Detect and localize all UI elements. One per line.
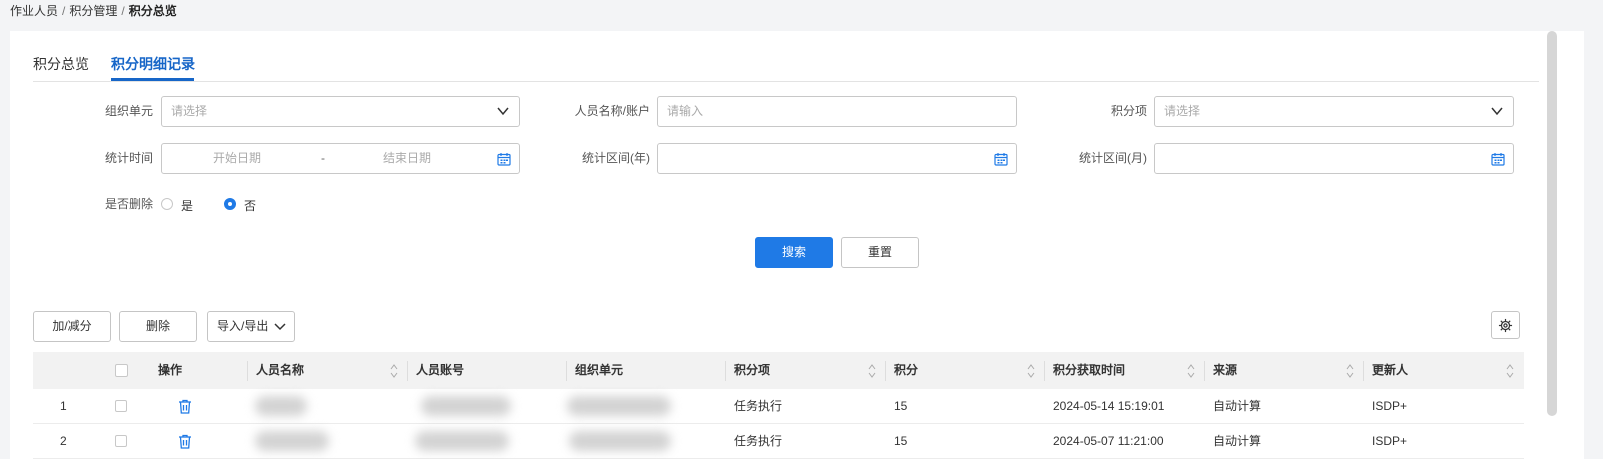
redacted-org-unit bbox=[569, 431, 671, 451]
deleted-label: 是否删除 bbox=[104, 197, 153, 211]
table-row[interactable]: 2 任务执行 15 2024-05-07 11:21:00 自动计算 ISDP+ bbox=[33, 424, 1524, 459]
stat-year-picker[interactable] bbox=[657, 143, 1017, 174]
redacted-person-account bbox=[415, 431, 509, 451]
stat-time-range[interactable]: 开始日期 - 结束日期 bbox=[161, 143, 520, 174]
header-score-item[interactable]: 积分项 bbox=[734, 352, 770, 389]
breadcrumb-separator: / bbox=[121, 4, 125, 18]
sort-icon[interactable] bbox=[868, 362, 876, 380]
trash-icon[interactable] bbox=[178, 434, 192, 449]
cell-source: 自动计算 bbox=[1213, 434, 1262, 448]
add-reduce-points-button[interactable]: 加/减分 bbox=[33, 311, 111, 342]
stat-time-label: 统计时间 bbox=[104, 151, 153, 165]
trash-icon[interactable] bbox=[178, 399, 192, 414]
chevron-down-icon bbox=[274, 323, 286, 331]
redacted-person-name bbox=[255, 396, 307, 416]
vertical-scrollbar[interactable] bbox=[1547, 31, 1557, 416]
score-item-placeholder: 请选择 bbox=[1164, 104, 1201, 118]
search-button[interactable]: 搜索 bbox=[755, 237, 833, 268]
person-input[interactable]: 请输入 bbox=[657, 96, 1017, 127]
tab-points-detail[interactable]: 积分明细记录 bbox=[111, 54, 195, 74]
row-index: 2 bbox=[60, 434, 67, 448]
sort-icon[interactable] bbox=[390, 362, 398, 380]
row-checkbox[interactable] bbox=[115, 435, 127, 447]
deleted-yes-label[interactable]: 是 bbox=[181, 197, 193, 214]
header-updater[interactable]: 更新人 bbox=[1372, 352, 1408, 389]
header-score[interactable]: 积分 bbox=[894, 352, 918, 389]
redacted-org-unit bbox=[567, 396, 671, 416]
main-card: 积分总览 积分明细记录 组织单元 请选择 人员名称/账户 请输入 积分项 请选择… bbox=[10, 31, 1584, 459]
header-action: 操作 bbox=[158, 363, 183, 377]
deleted-yes-radio[interactable] bbox=[161, 198, 173, 210]
stat-month-picker[interactable] bbox=[1154, 143, 1514, 174]
org-unit-placeholder: 请选择 bbox=[171, 104, 208, 118]
chevron-down-icon bbox=[497, 107, 509, 116]
score-item-label: 积分项 bbox=[1110, 104, 1147, 118]
breadcrumb: 作业人员 / 积分管理 / 积分总览 bbox=[10, 2, 177, 20]
cell-source: 自动计算 bbox=[1213, 399, 1262, 413]
breadcrumb-item-points-management[interactable]: 积分管理 bbox=[69, 4, 117, 18]
header-score-time[interactable]: 积分获取时间 bbox=[1053, 352, 1125, 389]
header-person-name[interactable]: 人员名称 bbox=[256, 352, 304, 389]
breadcrumb-item-points-overview: 积分总览 bbox=[128, 4, 177, 18]
cell-score: 15 bbox=[894, 399, 908, 413]
header-person-account: 人员账号 bbox=[416, 363, 465, 377]
cell-score-time: 2024-05-14 15:19:01 bbox=[1053, 399, 1165, 413]
person-placeholder: 请输入 bbox=[667, 104, 704, 118]
redacted-person-name bbox=[255, 431, 329, 451]
import-export-dropdown[interactable]: 导入/导出 bbox=[207, 311, 295, 342]
calendar-icon bbox=[1491, 153, 1505, 166]
stat-year-label: 统计区间(年) bbox=[582, 151, 650, 165]
cell-updater: ISDP+ bbox=[1372, 434, 1408, 448]
tab-bar: 积分总览 积分明细记录 bbox=[33, 31, 1539, 82]
tab-points-overview[interactable]: 积分总览 bbox=[33, 54, 89, 74]
start-date-input[interactable]: 开始日期 bbox=[213, 144, 261, 173]
deleted-no-label[interactable]: 否 bbox=[244, 197, 256, 214]
row-checkbox[interactable] bbox=[115, 400, 127, 412]
redacted-person-account bbox=[421, 396, 511, 416]
org-unit-select[interactable]: 请选择 bbox=[161, 96, 520, 127]
gear-icon bbox=[1498, 318, 1513, 333]
calendar-icon bbox=[497, 153, 511, 166]
cell-score-item: 任务执行 bbox=[734, 399, 783, 413]
table-row[interactable]: 1 任务执行 15 2024-05-14 15:19:01 自动计算 ISDP+ bbox=[33, 389, 1524, 424]
end-date-input[interactable]: 结束日期 bbox=[383, 144, 431, 173]
sort-icon[interactable] bbox=[1506, 362, 1514, 380]
header-source[interactable]: 来源 bbox=[1213, 352, 1237, 389]
reset-button[interactable]: 重置 bbox=[841, 237, 919, 268]
stat-month-label: 统计区间(月) bbox=[1079, 151, 1147, 165]
delete-button[interactable]: 删除 bbox=[119, 311, 197, 342]
deleted-no-radio[interactable] bbox=[224, 198, 236, 210]
breadcrumb-separator: / bbox=[62, 4, 66, 18]
chevron-down-icon bbox=[1491, 107, 1503, 116]
score-item-select[interactable]: 请选择 bbox=[1154, 96, 1514, 127]
sort-icon[interactable] bbox=[1187, 362, 1195, 380]
cell-score-time: 2024-05-07 11:21:00 bbox=[1053, 434, 1164, 448]
import-export-label: 导入/导出 bbox=[217, 319, 269, 333]
calendar-icon bbox=[994, 153, 1008, 166]
table-header: 操作 人员名称 人员账号 组织单元 积分项 积分 积分获取时间 来源 更新人 bbox=[33, 352, 1524, 389]
select-all-checkbox[interactable] bbox=[115, 364, 128, 377]
cell-score-item: 任务执行 bbox=[734, 434, 783, 448]
table-settings-button[interactable] bbox=[1491, 311, 1520, 339]
sort-icon[interactable] bbox=[1027, 362, 1035, 380]
person-label: 人员名称/账户 bbox=[574, 104, 650, 118]
cell-updater: ISDP+ bbox=[1372, 399, 1408, 413]
cell-score: 15 bbox=[894, 434, 908, 448]
range-separator: - bbox=[321, 151, 325, 165]
header-org-unit: 组织单元 bbox=[575, 363, 624, 377]
breadcrumb-item-workers[interactable]: 作业人员 bbox=[10, 4, 58, 18]
row-index: 1 bbox=[60, 399, 67, 413]
sort-icon[interactable] bbox=[1346, 362, 1354, 380]
active-tab-indicator bbox=[111, 78, 194, 81]
org-unit-label: 组织单元 bbox=[104, 104, 153, 118]
